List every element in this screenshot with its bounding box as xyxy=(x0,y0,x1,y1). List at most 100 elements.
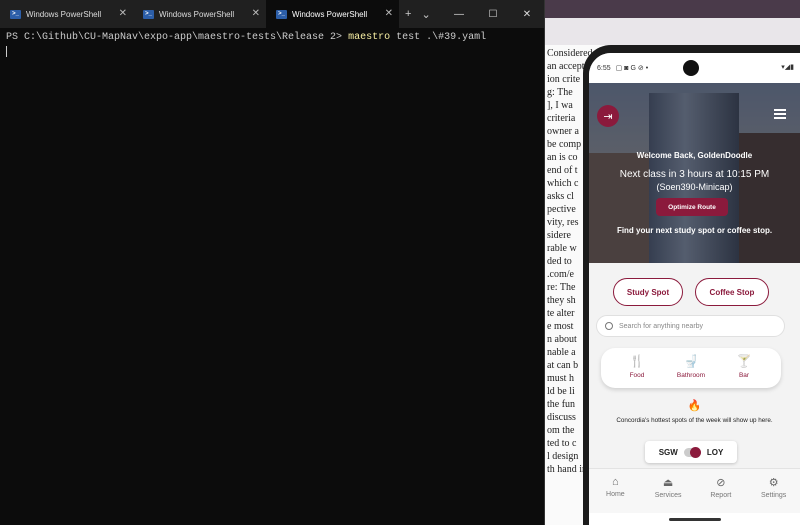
phone-screen: 6:55 ▢◙G⊘• ▾◢▮ ⇥ Welcome Back, GoldenDoo… xyxy=(589,53,800,525)
doc-line: th hand in xyxy=(547,464,587,475)
background-window-titlebar xyxy=(545,0,800,45)
category-bathroom[interactable]: 🚽 Bathroom xyxy=(666,354,716,379)
terminal-output[interactable]: PS C:\Github\CU-MapNav\expo-app\maestro-… xyxy=(0,28,544,61)
doc-line: sidere xyxy=(547,230,571,241)
close-icon[interactable]: ✕ xyxy=(252,8,260,19)
course-text: (Soen390-Minicap) xyxy=(656,182,733,192)
nav-home[interactable]: ⌂ Home xyxy=(589,469,642,513)
powershell-icon: >_ xyxy=(10,9,21,19)
optimize-route-button[interactable]: Optimize Route xyxy=(656,198,728,216)
powershell-icon: >_ xyxy=(276,9,287,19)
fork-knife-icon: 🍴 xyxy=(629,354,645,368)
notification-icons: ▢◙G⊘• xyxy=(615,65,651,72)
category-food[interactable]: 🍴 Food xyxy=(612,354,662,379)
find-spot-text: Find your next study spot or coffee stop… xyxy=(616,226,773,235)
settings-icon: ⚙ xyxy=(768,477,779,489)
doc-line: discuss xyxy=(547,412,576,423)
study-spot-button[interactable]: Study Spot xyxy=(613,278,683,306)
camera-cutout xyxy=(683,60,699,76)
welcome-text: Welcome Back, GoldenDoodle xyxy=(636,151,753,160)
report-icon: ⊘ xyxy=(716,477,726,489)
phone-emulator: 6:55 ▢◙G⊘• ▾◢▮ ⇥ Welcome Back, GoldenDoo… xyxy=(583,45,800,525)
bottom-nav: ⌂ Home ⏏ Services ⊘ Report ⚙ Settings xyxy=(589,468,800,513)
tab-label: Windows PowerShell xyxy=(159,9,235,19)
hamburger-menu-icon[interactable] xyxy=(774,109,786,119)
nav-settings[interactable]: ⚙ Settings xyxy=(747,469,800,513)
doc-line: an accept xyxy=(547,61,585,72)
home-icon: ⌂ xyxy=(612,476,619,488)
doc-line: asks cl xyxy=(547,191,574,202)
command-line: PS C:\Github\CU-MapNav\expo-app\maestro-… xyxy=(6,32,538,43)
doc-line: ], I wa xyxy=(547,100,573,111)
home-content: Study Spot Coffee Stop Search for anythi… xyxy=(589,263,800,468)
tab-label: Windows PowerShell xyxy=(292,9,368,19)
tab-label: Windows PowerShell xyxy=(26,9,102,19)
command-args: test .\#39.yaml xyxy=(396,32,487,43)
doc-line: pective xyxy=(547,204,576,215)
command-keyword: maestro xyxy=(348,32,391,43)
fire-icon: 🔥 xyxy=(687,400,702,412)
doc-line: e most xyxy=(547,321,574,332)
nav-report[interactable]: ⊘ Report xyxy=(695,469,748,513)
doc-line: end of t xyxy=(547,165,578,176)
hero-banner: ⇥ Welcome Back, GoldenDoodle Next class … xyxy=(589,83,800,263)
next-class-text: Next class in 3 hours at 10:15 PM xyxy=(619,169,770,180)
cocktail-icon: 🍸 xyxy=(736,354,752,368)
minimize-icon[interactable]: — xyxy=(442,0,476,28)
nav-services[interactable]: ⏏ Services xyxy=(642,469,695,513)
doc-line: ted to c xyxy=(547,438,577,449)
search-icon xyxy=(605,322,613,330)
maximize-icon[interactable]: ☐ xyxy=(476,0,510,28)
doc-line: g: The xyxy=(547,87,573,98)
category-bar: 🍴 Food 🚽 Bathroom 🍸 Bar xyxy=(601,348,781,388)
doc-line: an is co xyxy=(547,152,578,163)
terminal-tab-3[interactable]: >_ Windows PowerShell ✕ xyxy=(266,0,399,28)
doc-line: which c xyxy=(547,178,579,189)
campus-toggle[interactable]: SGW LOY xyxy=(645,441,737,463)
coffee-stop-button[interactable]: Coffee Stop xyxy=(695,278,769,306)
campus-sgw-label: SGW xyxy=(658,447,678,457)
tab-dropdown-button[interactable]: ⌄ xyxy=(421,8,430,21)
campus-switch[interactable] xyxy=(683,446,701,458)
close-window-icon[interactable]: ✕ xyxy=(510,0,544,28)
doc-line: be comp xyxy=(547,139,582,150)
doc-line: rable w xyxy=(547,243,577,254)
doc-line: ld be li xyxy=(547,386,575,397)
doc-line: re: The xyxy=(547,282,576,293)
terminal-window: >_ Windows PowerShell ✕ >_ Windows Power… xyxy=(0,0,545,525)
text-cursor xyxy=(6,46,7,57)
desktop: Considered an accept ion crite g: The ], I w… xyxy=(0,0,800,525)
doc-line: ion crite xyxy=(547,74,581,85)
doc-line: om the xyxy=(547,425,575,436)
gesture-bar[interactable] xyxy=(669,518,721,521)
search-placeholder: Search for anything nearby xyxy=(619,322,704,330)
toilet-icon: 🚽 xyxy=(683,354,699,368)
doc-line: te alter xyxy=(547,308,575,319)
terminal-tab-1[interactable]: >_ Windows PowerShell ✕ xyxy=(0,0,133,28)
hottest-spots-text: Concordia's hottest spots of the week wi… xyxy=(616,417,773,424)
powershell-icon: >_ xyxy=(143,9,154,19)
category-bar[interactable]: 🍸 Bar xyxy=(719,354,769,379)
doc-line: criteria xyxy=(547,113,576,124)
doc-line: the fun xyxy=(547,399,576,410)
signal-battery-icon: ▾◢▮ xyxy=(781,64,794,71)
logout-button[interactable]: ⇥ xyxy=(597,105,619,127)
doc-line: vity, res xyxy=(547,217,579,228)
close-icon[interactable]: ✕ xyxy=(119,8,127,19)
doc-line: must h xyxy=(547,373,574,384)
services-icon: ⏏ xyxy=(662,477,674,489)
doc-line: owner a xyxy=(547,126,579,137)
doc-line: .com/e xyxy=(547,269,574,280)
new-tab-button[interactable]: + xyxy=(405,8,411,20)
doc-line: n about xyxy=(547,334,577,345)
doc-line: Considered xyxy=(547,48,593,59)
doc-line: ded to xyxy=(547,256,572,267)
doc-line: they sh xyxy=(547,295,576,306)
terminal-tab-2[interactable]: >_ Windows PowerShell ✕ xyxy=(133,0,266,28)
close-icon[interactable]: ✕ xyxy=(385,8,393,19)
doc-line: nable a xyxy=(547,347,576,358)
status-bar: 6:55 ▢◙G⊘• ▾◢▮ xyxy=(589,53,800,83)
search-input[interactable]: Search for anything nearby xyxy=(596,315,785,337)
tab-bar: >_ Windows PowerShell ✕ >_ Windows Power… xyxy=(0,0,544,28)
campus-loy-label: LOY xyxy=(706,447,724,457)
